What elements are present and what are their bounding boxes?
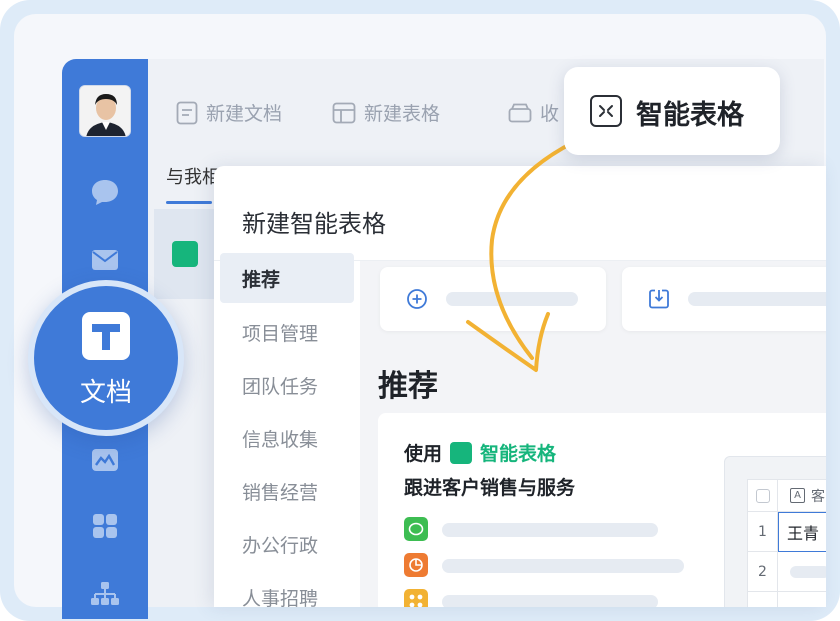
recommend-subtitle: 跟进客户销售与服务 bbox=[404, 477, 576, 499]
subtab-shared[interactable]: 与我相 bbox=[166, 163, 220, 189]
section-title: 推荐 bbox=[378, 369, 438, 404]
new-smart-sheet-dialog: 新建智能表格 推荐 项目管理 团队任务 信息收集 销售经营 办公行政 人事招聘 bbox=[214, 166, 826, 607]
category-hr[interactable]: 人事招聘 bbox=[220, 572, 354, 608]
category-list: 推荐 项目管理 团队任务 信息收集 销售经营 办公行政 人事招聘 bbox=[214, 253, 360, 608]
apps-grid-icon[interactable] bbox=[90, 511, 120, 541]
collect-label: 收 bbox=[540, 103, 560, 125]
row-number bbox=[748, 592, 778, 607]
template-content: 推荐 使用 智能表格 跟进客户销售与服务 A 客 1 王青 2 bbox=[360, 261, 826, 607]
preview-cell-empty bbox=[778, 552, 826, 592]
docs-label: 文档 bbox=[79, 378, 132, 408]
smart-sheet-icon bbox=[450, 441, 473, 464]
category-admin[interactable]: 办公行政 bbox=[220, 519, 354, 569]
new-sheet-button[interactable]: 新建表格 bbox=[332, 99, 440, 126]
preview-corner bbox=[748, 480, 778, 512]
new-sheet-label: 新建表格 bbox=[364, 103, 441, 125]
preview-table: A 客 1 王青 2 bbox=[747, 479, 826, 607]
import-icon bbox=[648, 288, 670, 314]
docs-icon bbox=[82, 312, 130, 360]
workflow-icon bbox=[404, 589, 428, 607]
avatar-photo bbox=[80, 86, 130, 136]
file-list-item[interactable] bbox=[154, 209, 218, 299]
workbench-icon[interactable] bbox=[90, 445, 120, 475]
cell-placeholder bbox=[789, 565, 826, 578]
category-recommended[interactable]: 推荐 bbox=[220, 253, 354, 303]
category-project-management[interactable]: 项目管理 bbox=[220, 307, 354, 357]
plus-circle-icon bbox=[406, 288, 428, 314]
preview-cell-empty bbox=[778, 592, 826, 607]
avatar[interactable] bbox=[79, 85, 131, 137]
preview-cell: 王青 bbox=[778, 512, 826, 552]
category-sales[interactable]: 销售经营 bbox=[220, 466, 354, 516]
box-icon bbox=[508, 103, 532, 122]
wechat-icon bbox=[404, 517, 428, 541]
chart-icon bbox=[404, 553, 428, 577]
new-doc-button[interactable]: 新建文档 bbox=[176, 99, 282, 126]
subtab-underline bbox=[166, 201, 212, 204]
row-number: 1 bbox=[748, 512, 778, 552]
feature-placeholder bbox=[442, 523, 658, 537]
collect-button[interactable]: 收 bbox=[508, 99, 559, 126]
sheet-preview: A 客 1 王青 2 bbox=[724, 456, 826, 607]
card-placeholder bbox=[688, 292, 826, 306]
feature-placeholder bbox=[442, 559, 684, 573]
recommend-headline: 使用 智能表格 bbox=[404, 439, 556, 466]
text-field-icon: A bbox=[790, 488, 805, 503]
col-name: 客 bbox=[811, 488, 825, 505]
docs-app-badge[interactable]: 文档 bbox=[28, 280, 184, 436]
new-doc-label: 新建文档 bbox=[206, 103, 283, 125]
smart-sheet-icon bbox=[590, 95, 622, 127]
dialog-title: 新建智能表格 bbox=[242, 210, 386, 238]
import-card[interactable] bbox=[622, 267, 826, 331]
card-placeholder bbox=[446, 292, 578, 306]
blank-sheet-card[interactable] bbox=[380, 267, 606, 331]
org-chart-icon[interactable] bbox=[90, 579, 120, 609]
sheet-icon bbox=[332, 102, 356, 123]
recommend-prefix: 使用 bbox=[404, 443, 443, 465]
callout-label: 智能表格 bbox=[636, 100, 744, 131]
doc-icon bbox=[176, 101, 198, 124]
recommend-card[interactable]: 使用 智能表格 跟进客户销售与服务 A 客 1 王青 2 bbox=[378, 413, 826, 607]
category-team-tasks[interactable]: 团队任务 bbox=[220, 360, 354, 410]
smart-sheet-callout[interactable]: 智能表格 bbox=[564, 67, 780, 155]
sheet-file-icon bbox=[172, 241, 198, 267]
checkbox-icon bbox=[755, 488, 770, 503]
row-number: 2 bbox=[748, 552, 778, 592]
chat-icon[interactable] bbox=[90, 177, 120, 207]
feature-placeholder bbox=[442, 595, 658, 607]
preview-col-header: A 客 bbox=[778, 480, 826, 512]
category-info-collection[interactable]: 信息收集 bbox=[220, 413, 354, 463]
outer-frame: 新建文档 新建表格 收 与我相 新建智能表格 推荐 项目管理 团队任务 信息收集… bbox=[0, 0, 840, 621]
mail-icon[interactable] bbox=[90, 245, 120, 275]
recommend-product: 智能表格 bbox=[480, 443, 557, 465]
